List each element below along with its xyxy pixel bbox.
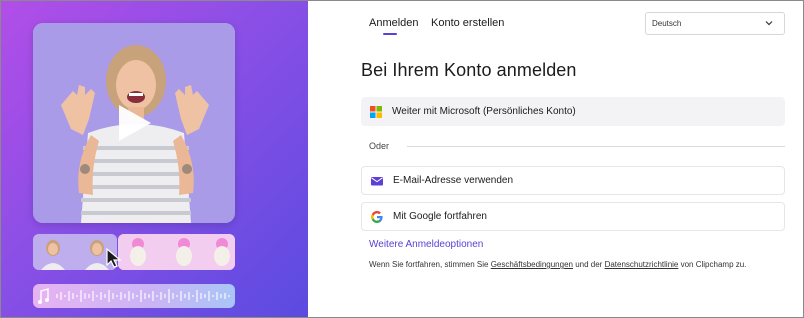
play-icon[interactable] (115, 103, 153, 143)
active-tab-indicator (383, 33, 397, 35)
legal-middle: und der (572, 260, 605, 269)
google-logo-icon (371, 210, 383, 223)
google-signin-label: Mit Google fortfahren (393, 211, 487, 222)
language-selected-value: Deutsch (652, 19, 682, 28)
tab-signin[interactable]: Anmelden (369, 17, 419, 39)
terms-link[interactable]: Geschäftsbedingungen (491, 260, 573, 269)
tab-create-account[interactable]: Konto erstellen (431, 17, 504, 39)
separator-label: Oder (369, 141, 390, 151)
music-note-icon (38, 288, 49, 304)
more-signin-options-link[interactable]: Weitere Anmeldeoptionen (369, 239, 483, 250)
cursor-icon (106, 247, 122, 268)
promo-panel (1, 1, 308, 317)
microsoft-logo-icon (370, 105, 382, 118)
privacy-link[interactable]: Datenschutzrichtlinie (605, 260, 679, 269)
microsoft-signin-button[interactable]: Weiter mit Microsoft (Persönliches Konto… (361, 97, 785, 126)
microsoft-signin-label: Weiter mit Microsoft (Persönliches Konto… (392, 106, 576, 117)
chevron-down-icon (765, 21, 773, 26)
page-title: Bei Ihrem Konto anmelden (361, 60, 577, 80)
legal-notice: Wenn Sie fortfahren, stimmen Sie Geschäf… (369, 260, 746, 269)
email-signin-label: E-Mail-Adresse verwenden (393, 175, 514, 186)
timeline-clip-dog (118, 234, 235, 270)
google-signin-button[interactable]: Mit Google fortfahren (361, 202, 785, 231)
video-preview (33, 23, 235, 223)
legal-suffix: von Clipchamp zu. (678, 260, 747, 269)
audio-track (33, 284, 235, 308)
language-select[interactable]: Deutsch (645, 12, 785, 35)
separator-line (407, 146, 785, 147)
legal-prefix: Wenn Sie fortfahren, stimmen Sie (369, 260, 491, 269)
email-signin-button[interactable]: E-Mail-Adresse verwenden (361, 166, 785, 195)
mail-icon (371, 176, 383, 185)
